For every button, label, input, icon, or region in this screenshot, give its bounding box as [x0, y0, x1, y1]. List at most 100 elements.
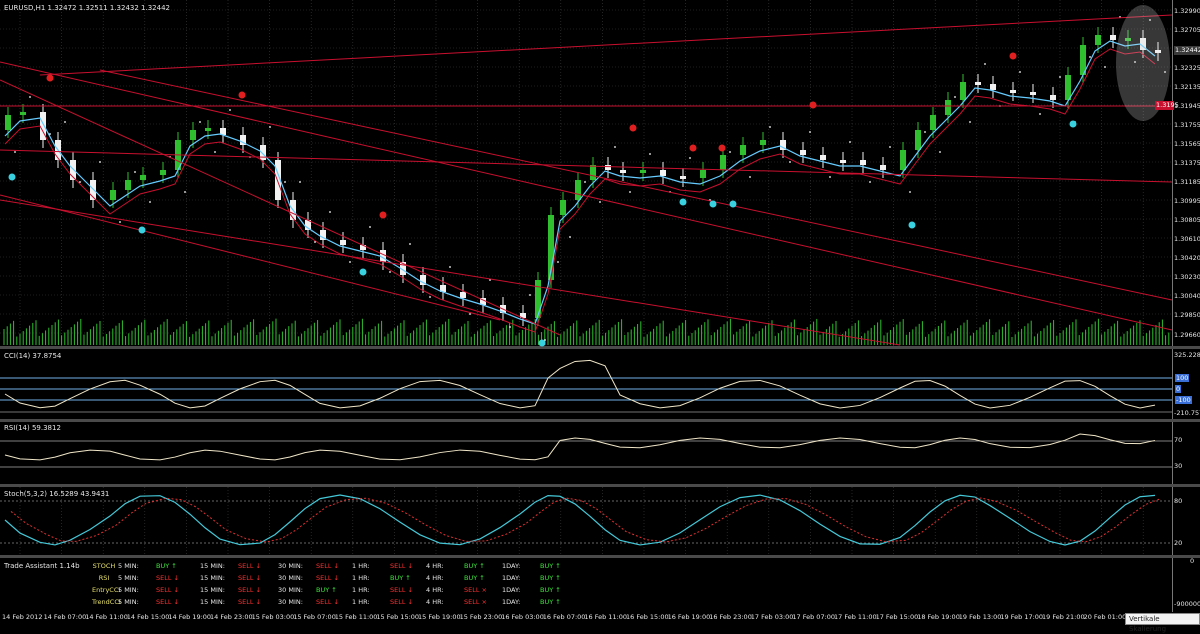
sar-dot [1059, 76, 1061, 78]
ta-axis-zero: 0 [1190, 557, 1195, 565]
buy-arrow-icon [729, 200, 737, 208]
buy-arrow-icon [908, 221, 916, 229]
stoch-level-80: 80 [1174, 497, 1183, 505]
sar-dot [284, 181, 286, 183]
cci-line [4, 359, 1156, 409]
signal-buy: BUY ↑ [540, 574, 561, 582]
timeframe-label: 4 HR: [426, 574, 444, 582]
sar-dot [869, 181, 871, 183]
indicator-name: TrendCCI [92, 598, 121, 606]
time-axis-label: 17 Feb 03:00 [750, 613, 794, 621]
timeframe-label: 15 MIN: [200, 586, 225, 594]
sar-dot [849, 141, 851, 143]
time-axis-label: 14 Feb 23:00 [210, 613, 253, 621]
timeframe-label: 5 MIN: [118, 574, 139, 582]
sar-dot [584, 181, 586, 183]
sar-dot [569, 236, 571, 238]
timeframe-label: 15 MIN: [200, 598, 225, 606]
time-axis-label: 16 Feb 03:00 [501, 613, 544, 621]
sar-dot [469, 313, 471, 315]
candle-body [110, 190, 116, 200]
sar-dot [909, 191, 911, 193]
candle-body [340, 240, 346, 245]
price-axis-label: 1.30610 [1174, 235, 1200, 244]
sell-arrow-icon [238, 91, 246, 99]
price-axis-label: 1.30040 [1174, 292, 1200, 301]
timeframe-label: 5 MIN: [118, 562, 139, 570]
candle-body [160, 170, 166, 175]
signal-buy: BUY ↑ [540, 586, 561, 594]
sar-dot [99, 161, 101, 163]
time-axis-label: 15 Feb 03:00 [251, 613, 295, 621]
ta-axis-line [1172, 558, 1173, 612]
time-axis-label: 14 Feb 19:00 [168, 613, 212, 621]
candle-body [860, 160, 866, 165]
buy-arrow-icon [679, 198, 687, 206]
signal-sell: SELL ↓ [316, 574, 339, 582]
candle-body [1050, 95, 1056, 100]
main-chart-title: EURUSD,H1 1.32472 1.32511 1.32432 1.3244… [4, 4, 170, 12]
trade-assistant-row: STOCH 5 MIN: BUY ↑ 15 MIN: SELL ↓ 30 MIN: SELL… [0, 561, 1170, 572]
time-axis-label: 15 Feb 23:00 [459, 613, 503, 621]
sar-dot [749, 176, 751, 178]
signal-sell: SELL × [464, 586, 487, 594]
signal-sell: SELL ↓ [156, 598, 179, 606]
signal-sell: SELL ↓ [390, 562, 413, 570]
candle-body [590, 165, 596, 180]
sar-dot [629, 191, 631, 193]
candle-body [930, 115, 936, 130]
time-axis-label: 18 Feb 19:00 [917, 613, 960, 621]
timeframe-label: 4 HR: [426, 562, 444, 570]
sar-dot [149, 201, 151, 203]
cci-level-0: 0 [1175, 385, 1182, 393]
chart-canvas[interactable] [0, 0, 1200, 623]
price-axis-label: 1.30230 [1174, 273, 1200, 282]
cci-axis-line [1172, 349, 1173, 419]
candle-body [5, 115, 11, 130]
candle-body [900, 150, 906, 170]
price-axis-label: 1.32325 [1174, 64, 1200, 73]
candle-body [575, 180, 581, 200]
time-axis-label: 16 Feb 07:00 [542, 613, 586, 621]
timeframe-label: 15 MIN: [200, 562, 225, 570]
timeframe-label: 4 HR: [426, 598, 444, 606]
time-axis-label: 20 Feb 01:00 [1083, 613, 1127, 621]
sar-dot [79, 181, 81, 183]
candle-body [740, 145, 746, 155]
candle-body [1110, 35, 1116, 40]
sar-dot [984, 63, 986, 65]
time-axis-label: 14 Feb 2012 [2, 613, 43, 621]
signal-buy: BUY ↑ [540, 562, 561, 570]
signal-buy: BUY ↑ [316, 586, 337, 594]
time-axis-label: 17 Feb 11:00 [834, 613, 877, 621]
sar-dot [769, 126, 771, 128]
signal-sell: SELL × [464, 598, 487, 606]
timeframe-label: 1DAY: [502, 574, 521, 582]
sar-dot [557, 261, 559, 263]
cci-axis-max: 325.2287 [1174, 351, 1200, 359]
buy-arrow-icon [8, 173, 16, 181]
sar-dot [29, 96, 31, 98]
signal-sell: SELL ↓ [390, 586, 413, 594]
rsi-title: RSI(14) 59.3812 [4, 424, 61, 432]
signal-buy: BUY ↑ [464, 562, 485, 570]
price-axis-label: 1.29660 [1174, 330, 1200, 339]
signal-buy: BUY ↑ [464, 574, 485, 582]
sell-arrow-icon [809, 101, 817, 109]
time-axis-label: 15 Feb 07:00 [293, 613, 336, 621]
candle-body [640, 170, 646, 173]
candle-body [945, 100, 951, 115]
signal-sell: SELL ↓ [316, 598, 339, 606]
trade-assistant-row: RSI 5 MIN: SELL ↓ 15 MIN: SELL ↓ 30 MIN: SELL … [0, 573, 1170, 584]
timeframe-label: 1DAY: [502, 586, 521, 594]
stoch-main-line [4, 494, 1156, 546]
sell-arrow-icon [689, 144, 697, 152]
sar-dot [299, 181, 301, 183]
trend-line [0, 79, 561, 336]
sar-dot [329, 211, 331, 213]
timeframe-label: 30 MIN: [278, 598, 303, 606]
sar-dot [429, 296, 431, 298]
time-axis-label: 16 Feb 15:00 [626, 613, 669, 621]
candle-body [680, 176, 686, 179]
candle-body [190, 130, 196, 140]
